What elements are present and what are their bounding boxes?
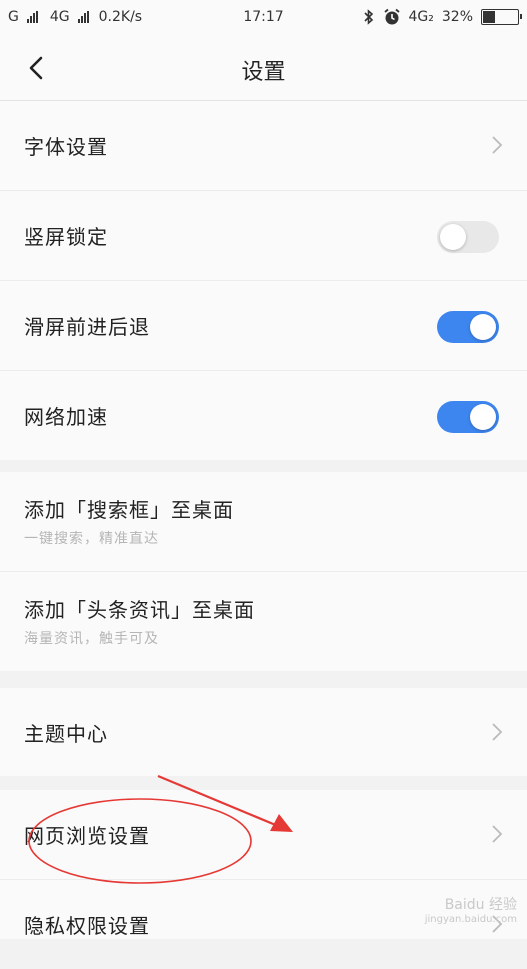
toggle-knob xyxy=(470,314,496,340)
status-bar: G 4G 0.2K/s 17:17 4G₂ 32% xyxy=(0,0,527,36)
swipe-nav-toggle[interactable] xyxy=(437,311,499,343)
chevron-right-icon xyxy=(492,825,503,843)
web-browsing-label: 网页浏览设置 xyxy=(24,824,150,848)
swipe-nav-label: 滑屏前进后退 xyxy=(24,315,150,339)
theme-center-label: 主题中心 xyxy=(24,722,108,746)
chevron-right-icon xyxy=(492,136,503,154)
swipe-nav-row: 滑屏前进后退 xyxy=(0,281,527,371)
chevron-right-icon xyxy=(492,723,503,741)
network-boost-toggle[interactable] xyxy=(437,401,499,433)
battery-percent: 32% xyxy=(441,9,473,25)
network-boost-label: 网络加速 xyxy=(24,405,108,429)
add-search-subtitle: 一键搜索，精准直达 xyxy=(24,531,159,547)
watermark: Baidu 经验 jingyan.baidu.com xyxy=(425,894,517,925)
toggle-knob xyxy=(470,404,496,430)
font-settings-row[interactable]: 字体设置 xyxy=(0,101,527,191)
portrait-lock-label: 竖屏锁定 xyxy=(24,225,108,249)
theme-center-row[interactable]: 主题中心 xyxy=(0,688,527,776)
network-boost-row: 网络加速 xyxy=(0,371,527,460)
battery-icon xyxy=(481,9,522,25)
privacy-label: 隐私权限设置 xyxy=(24,914,150,938)
add-news-subtitle: 海量资讯，触手可及 xyxy=(24,631,159,647)
watermark-url: jingyan.baidu.com xyxy=(424,914,517,925)
page-title: 设置 xyxy=(241,60,286,85)
toggle-knob xyxy=(440,224,466,250)
alarm-icon xyxy=(383,8,400,25)
bluetooth-icon xyxy=(363,9,373,25)
watermark-text: Baidu 经验 xyxy=(444,897,517,913)
settings-group-shortcuts: 添加「搜索框」至桌面 一键搜索，精准直达 添加「头条资讯」至桌面 海量资讯，触手… xyxy=(0,472,527,671)
nav-bar: 设置 xyxy=(0,36,527,101)
font-settings-label: 字体设置 xyxy=(24,135,108,159)
add-news-label: 添加「头条资讯」至桌面 xyxy=(24,598,255,622)
network-type: 4G₂ xyxy=(408,9,434,25)
portrait-lock-row: 竖屏锁定 xyxy=(0,191,527,281)
settings-group-general: 字体设置 竖屏锁定 滑屏前进后退 网络加速 xyxy=(0,101,527,460)
settings-group-theme: 主题中心 xyxy=(0,688,527,776)
portrait-lock-toggle[interactable] xyxy=(437,221,499,253)
add-search-label: 添加「搜索框」至桌面 xyxy=(24,498,234,522)
add-news-row[interactable]: 添加「头条资讯」至桌面 海量资讯，触手可及 xyxy=(0,572,527,671)
web-browsing-row[interactable]: 网页浏览设置 xyxy=(0,790,527,880)
add-search-row[interactable]: 添加「搜索框」至桌面 一键搜索，精准直达 xyxy=(0,472,527,572)
